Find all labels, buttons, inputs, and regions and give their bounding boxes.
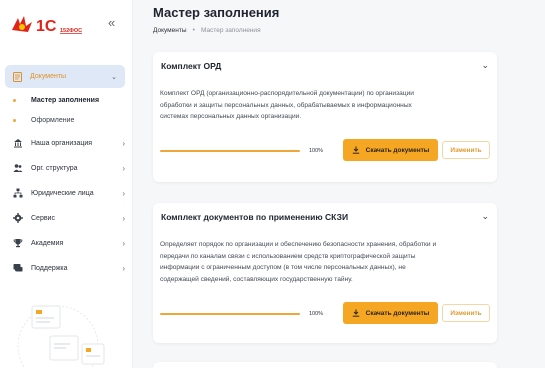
card-text-line: передачи по каналам связи с использовани… (160, 252, 416, 260)
org-chart-icon (13, 188, 23, 198)
sidebar-subitem-label: Мастер заполнения (31, 96, 100, 104)
card-title: Комплект ОРД (161, 60, 222, 71)
download-icon (352, 146, 359, 154)
gear-icon (13, 213, 23, 223)
breadcrumb-item-current: Мастер заполнения (200, 27, 261, 34)
chevron-right-icon: › (122, 163, 125, 173)
edit-button[interactable]: Изменить (442, 141, 490, 159)
progress-bar (160, 313, 300, 315)
download-documents-button[interactable]: Скачать документы (343, 139, 438, 161)
progress-bar (160, 150, 300, 152)
bullet-icon (13, 98, 16, 102)
card-text-line: системах персональных данных организации… (160, 113, 302, 120)
progress-fill (160, 313, 300, 315)
chevron-right-icon: › (122, 263, 125, 273)
card-description: Комплект ОРД (организационно-распорядите… (160, 88, 487, 123)
bullet-icon (13, 118, 16, 122)
svg-text:1С: 1С (36, 18, 57, 35)
sidebar-item-service[interactable]: Сервис › (13, 211, 125, 225)
sidebar-item-organization[interactable]: Наша организация › (13, 136, 125, 150)
download-button-label: Скачать документы (365, 309, 430, 317)
card-skzi: Комплект документов по применению СКЗИ ⌄… (153, 203, 497, 343)
chevron-down-icon[interactable]: ⌄ (481, 60, 489, 71)
chevron-down-icon[interactable]: ⌄ (481, 211, 489, 222)
document-icon (13, 71, 22, 82)
download-documents-button[interactable]: Скачать документы (343, 302, 438, 324)
sidebar-item-org-structure[interactable]: Орг. структура › (13, 161, 125, 175)
breadcrumb: Документы • Мастер заполнения (153, 27, 261, 34)
sidebar-item-label: Юридические лица (31, 189, 94, 197)
sidebar-illustration (14, 300, 114, 368)
bank-icon (13, 138, 23, 148)
sidebar-item-label: Сервис (31, 214, 55, 222)
logo-icon: 1С 152ФОС (12, 16, 82, 35)
chevron-down-icon: ⌄ (111, 73, 117, 81)
breadcrumb-item[interactable]: Документы (153, 27, 187, 34)
brand-logo[interactable]: 1С 152ФОС (10, 12, 102, 36)
sidebar-item-academy[interactable]: Академия › (13, 236, 125, 250)
card-text-line: обработки и защиты персональных данных, … (160, 101, 412, 109)
card-header[interactable]: Комплект ОРД ⌄ (161, 60, 489, 71)
sidebar: 1С 152ФОС « Документы ⌄ Мастер заполнени… (0, 0, 133, 368)
card-text-line: Определяет порядок по организации и обес… (160, 241, 437, 248)
sidebar-item-label: Документы (30, 73, 67, 80)
card-description: Определяет порядок по организации и обес… (160, 239, 487, 285)
progress: 100% (160, 148, 323, 154)
edit-button[interactable]: Изменить (442, 304, 490, 322)
chevron-right-icon: › (122, 188, 125, 198)
card-header[interactable]: Комплект документов по применению СКЗИ ⌄ (161, 211, 489, 222)
progress-percent: 100% (309, 148, 324, 154)
progress: 100% (160, 311, 323, 317)
trophy-icon (13, 238, 23, 248)
sidebar-subitem-wizard[interactable]: Мастер заполнения (13, 94, 99, 106)
sidebar-item-label: Академия (31, 239, 64, 247)
card-next (153, 362, 497, 368)
sidebar-item-label: Орг. структура (31, 164, 78, 172)
page-title: Мастер заполнения (153, 5, 280, 20)
collapse-sidebar-icon[interactable]: « (108, 16, 120, 30)
sidebar-item-legal-entities[interactable]: Юридические лица › (13, 186, 125, 200)
people-icon (13, 163, 23, 173)
sidebar-item-label: Наша организация (31, 139, 93, 147)
card-title: Комплект документов по применению СКЗИ (161, 211, 349, 222)
chevron-right-icon: › (122, 213, 125, 223)
breadcrumb-separator: • (192, 27, 195, 34)
card-text-line: информации с ограниченным доступом (в то… (160, 264, 406, 271)
chevron-right-icon: › (122, 138, 125, 148)
sidebar-subitem-design[interactable]: Оформление (13, 114, 74, 126)
download-button-label: Скачать документы (365, 146, 430, 154)
chevron-right-icon: › (122, 238, 125, 248)
progress-percent: 100% (309, 311, 324, 317)
edit-button-label: Изменить (450, 309, 482, 317)
sidebar-subitem-label: Оформление (31, 116, 75, 124)
chat-icon (13, 263, 23, 273)
edit-button-label: Изменить (450, 146, 482, 154)
card-ord: Комплект ОРД ⌄ Комплект ОРД (организацио… (153, 52, 497, 182)
card-text-line: Комплект ОРД (организационно-распорядите… (160, 90, 414, 97)
download-icon (352, 309, 359, 317)
sidebar-item-documents[interactable]: Документы ⌄ (5, 65, 125, 88)
svg-text:152ФОС: 152ФОС (60, 28, 82, 34)
progress-fill (160, 150, 300, 152)
sidebar-item-support[interactable]: Поддержка › (13, 261, 125, 275)
sidebar-item-label: Поддержка (31, 264, 68, 272)
card-text-line: содержащей сведений, составляющих госуда… (160, 275, 353, 283)
